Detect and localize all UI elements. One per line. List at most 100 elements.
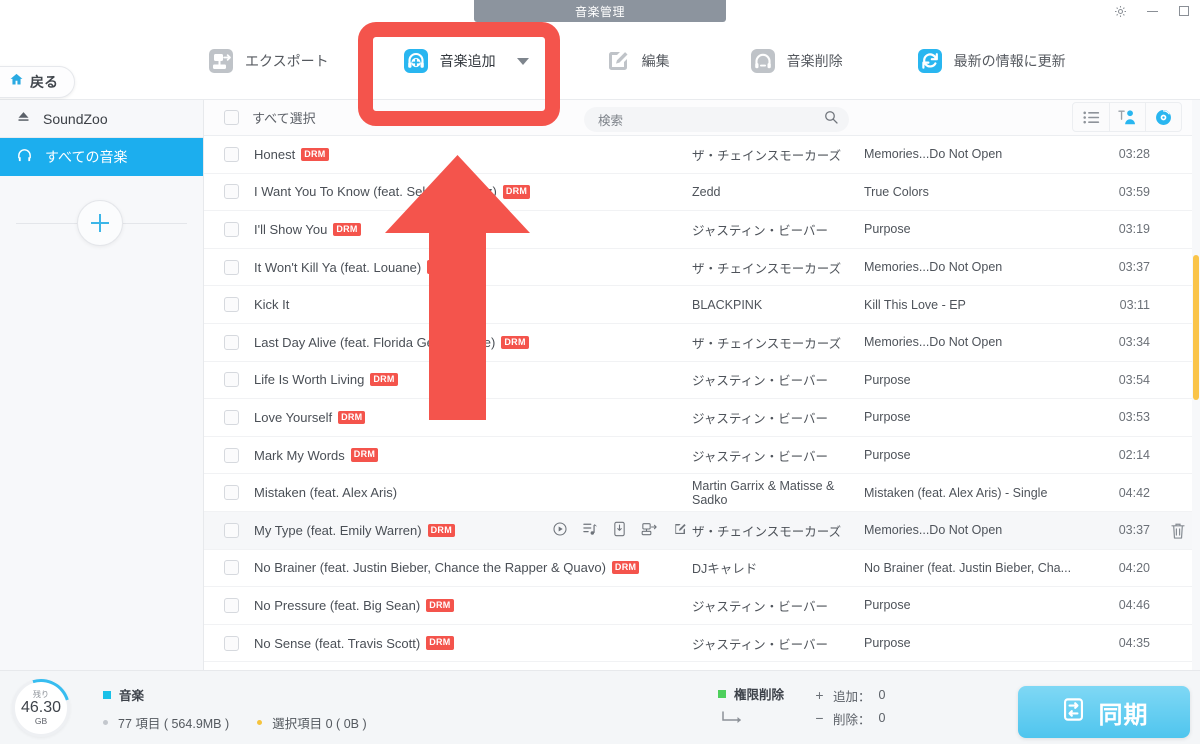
row-checkbox[interactable] <box>224 485 239 501</box>
row-checkbox-cell <box>204 447 252 463</box>
row-edit-icon[interactable] <box>672 521 688 540</box>
search-box[interactable]: 検索 <box>584 107 849 132</box>
row-to-device-icon[interactable] <box>612 521 627 540</box>
track-title: I Want You To Know (feat. Selena Gomez) <box>254 184 497 200</box>
row-checkbox[interactable] <box>224 597 239 613</box>
window-title-tab[interactable]: 音楽管理 <box>474 0 726 22</box>
track-album: True Colors <box>864 184 929 199</box>
row-checkbox[interactable] <box>224 522 239 538</box>
track-album: Purpose <box>864 410 911 425</box>
row-checkbox[interactable] <box>224 372 239 388</box>
track-artist: ジャスティン・ビーバー <box>692 637 829 652</box>
table-row[interactable]: No Pressure (feat. Big Sean) DRM ジャスティン・ビー… <box>204 587 1200 625</box>
row-checkbox[interactable] <box>224 447 239 463</box>
sync-button[interactable]: 同期 <box>1018 686 1190 738</box>
toolbar: 戻る エクスポート 音楽追加 編集 音楽削除 最新の情報に更新 <box>0 22 1200 100</box>
track-title-cell: It Won't Kill Ya (feat. Louane) DRM <box>252 260 692 275</box>
track-artist: ザ・チェインスモーカーズ <box>692 336 842 351</box>
music-category: 音楽 <box>103 685 367 704</box>
edit-icon <box>603 46 633 76</box>
toolbar-export-button[interactable]: エクスポート <box>200 42 335 80</box>
row-checkbox[interactable] <box>224 259 239 275</box>
track-album: Memories...Do Not Open <box>864 147 1003 162</box>
table-row[interactable]: My Type (feat. Emily Warren) DRM ザ・チェインスモー… <box>204 511 1200 550</box>
table-row[interactable]: Mistaken (feat. Alex Aris) Martin Garrix … <box>204 474 1200 512</box>
minimize-button[interactable] <box>1144 3 1160 19</box>
back-button[interactable]: 戻る <box>0 66 75 98</box>
row-checkbox[interactable] <box>224 635 239 651</box>
track-duration: 04:46 <box>1118 598 1150 613</box>
toolbar-edit-label: 編集 <box>641 53 670 69</box>
row-add-to-playlist-icon[interactable] <box>582 521 598 540</box>
table-row[interactable]: Life Is Worth Living DRM ジャスティン・ビーバー Purpos… <box>204 362 1200 400</box>
row-play-icon[interactable] <box>552 521 568 540</box>
headphones-icon <box>16 147 33 167</box>
select-all-control[interactable]: すべて選択 <box>204 108 316 127</box>
tab-album-view[interactable] <box>1145 103 1181 131</box>
table-row[interactable]: Last Day Alive (feat. Florida Georgia Li… <box>204 324 1200 362</box>
plus-icon: + <box>815 687 824 703</box>
scrollbar-thumb[interactable] <box>1193 255 1199 400</box>
drm-flow-arrow-icon <box>718 711 784 730</box>
add-playlist-button[interactable] <box>77 200 123 246</box>
row-checkbox[interactable] <box>224 221 239 237</box>
track-title-cell: No Sense (feat. Travis Scott) DRM <box>252 636 692 651</box>
row-action-buttons <box>552 512 688 550</box>
sidebar-item-all-music[interactable]: すべての音楽 <box>0 138 203 176</box>
tab-artist-view[interactable] <box>1109 103 1145 131</box>
chevron-down-icon[interactable] <box>516 57 529 65</box>
track-album: Purpose <box>864 372 911 387</box>
tab-list-view[interactable] <box>1073 103 1109 131</box>
sidebar-device-name: SoundZoo <box>43 110 108 127</box>
track-duration: 03:37 <box>1118 523 1150 538</box>
track-title: Love Yourself <box>254 409 333 425</box>
gear-icon[interactable] <box>1112 3 1128 19</box>
row-checkbox[interactable] <box>224 334 239 350</box>
table-row[interactable]: It Won't Kill Ya (feat. Louane) DRM ザ・チェイン… <box>204 249 1200 287</box>
maximize-button[interactable] <box>1176 3 1192 19</box>
row-checkbox[interactable] <box>224 146 239 162</box>
table-row[interactable]: Honest DRM ザ・チェインスモーカーズ Memories...Do Not O… <box>204 136 1200 174</box>
row-checkbox[interactable] <box>224 560 239 576</box>
track-artist: ザ・チェインスモーカーズ <box>692 261 842 276</box>
home-icon <box>9 72 24 92</box>
track-title-cell: I Want You To Know (feat. Selena Gomez) D… <box>252 184 692 199</box>
toolbar-delete-music-label: 音楽削除 <box>786 53 843 69</box>
row-checkbox[interactable] <box>224 184 239 200</box>
music-manager-window: 音楽管理 戻る エクスポート 音楽追加 編集 音楽削除 最新の情報に更新 Sou… <box>0 0 1200 744</box>
search-icon[interactable] <box>823 109 839 130</box>
sidebar: SoundZoo すべての音楽 <box>0 100 204 670</box>
trash-icon[interactable] <box>1170 522 1186 543</box>
track-list-panel: すべて選択 検索 Honest DRM ザ・チェインスモーカーズ Memorie… <box>204 100 1200 670</box>
vertical-scrollbar[interactable] <box>1192 100 1200 670</box>
table-row[interactable]: Mark My Words DRM ジャスティン・ビーバー Purpose 02:14 <box>204 437 1200 475</box>
track-title: I'll Show You <box>254 221 328 237</box>
track-title-cell: No Brainer (feat. Justin Bieber, Chance … <box>252 560 692 575</box>
toolbar-refresh-button[interactable]: 最新の情報に更新 <box>909 42 1072 80</box>
select-all-checkbox[interactable] <box>224 110 239 125</box>
table-row[interactable]: No Brainer (feat. Justin Bieber, Chance … <box>204 550 1200 588</box>
toolbar-edit-button[interactable]: 編集 <box>597 42 676 80</box>
track-artist: ザ・チェインスモーカーズ <box>692 148 842 163</box>
track-album: No Brainer (feat. Justin Bieber, Cha... <box>864 560 1072 575</box>
table-row[interactable]: Kick It BLACKPINK Kill This Love - EP 03:11 <box>204 286 1200 324</box>
drm-removal-status: 権限削除 <box>718 684 784 730</box>
row-export-icon[interactable] <box>641 521 658 540</box>
search-input[interactable]: 検索 <box>598 110 823 129</box>
sidebar-add-playlist[interactable] <box>0 200 203 246</box>
toolbar-add-music-button[interactable]: 音楽追加 <box>395 42 535 80</box>
row-checkbox[interactable] <box>224 297 239 313</box>
row-checkbox[interactable] <box>224 409 239 425</box>
track-duration: 03:54 <box>1118 372 1150 387</box>
remove-count: 0 <box>878 711 886 725</box>
toolbar-delete-music-button[interactable]: 音楽削除 <box>742 42 849 80</box>
sidebar-device[interactable]: SoundZoo <box>0 100 203 138</box>
refresh-icon <box>915 46 945 76</box>
track-title: Life Is Worth Living <box>254 372 365 388</box>
table-row[interactable]: I Want You To Know (feat. Selena Gomez) D… <box>204 174 1200 212</box>
row-checkbox-cell <box>204 560 252 576</box>
track-album: Purpose <box>864 636 911 651</box>
table-row[interactable]: Love Yourself DRM ジャスティン・ビーバー Purpose 03:53 <box>204 399 1200 437</box>
table-row[interactable]: No Sense (feat. Travis Scott) DRM ジャスティン・ビ… <box>204 625 1200 663</box>
table-row[interactable]: I'll Show You DRM ジャスティン・ビーバー Purpose 03:19 <box>204 211 1200 249</box>
